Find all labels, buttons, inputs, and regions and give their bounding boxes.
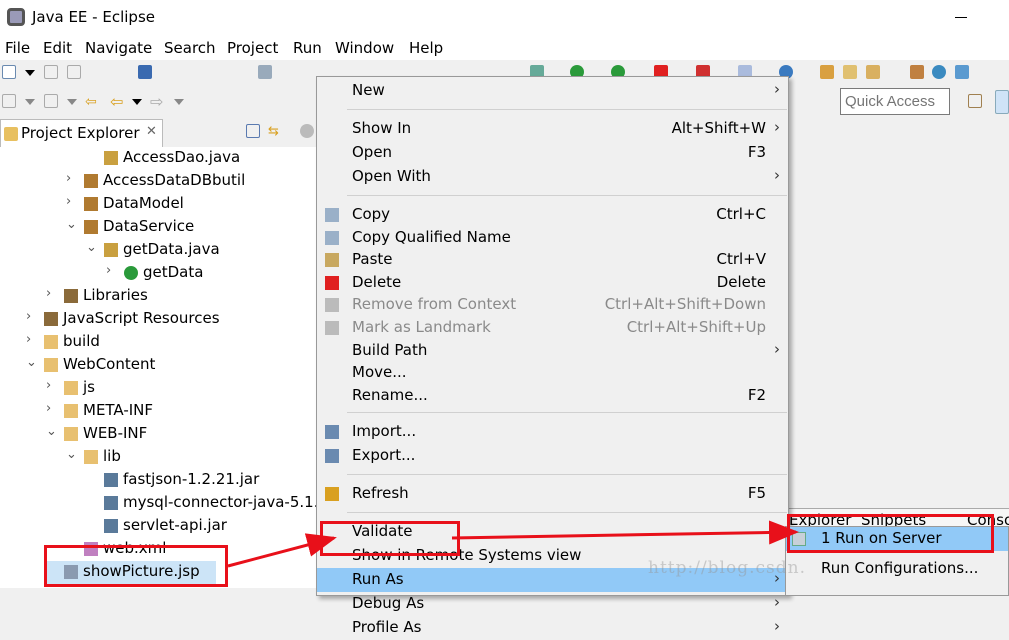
menu-item-debug-as[interactable]: Debug As › <box>317 592 788 616</box>
submenu-arrow-icon: › <box>774 617 780 636</box>
arrow-to-run-on-server <box>451 520 799 545</box>
menu-item-profile-as[interactable]: Profile As › <box>317 616 788 640</box>
menu-item-label: Debug As <box>352 594 425 613</box>
menu-item-label: Profile As <box>352 618 422 637</box>
arrow-to-run-as <box>227 533 337 568</box>
annotation-arrows <box>227 520 799 568</box>
submenu-arrow-icon: › <box>774 593 780 612</box>
